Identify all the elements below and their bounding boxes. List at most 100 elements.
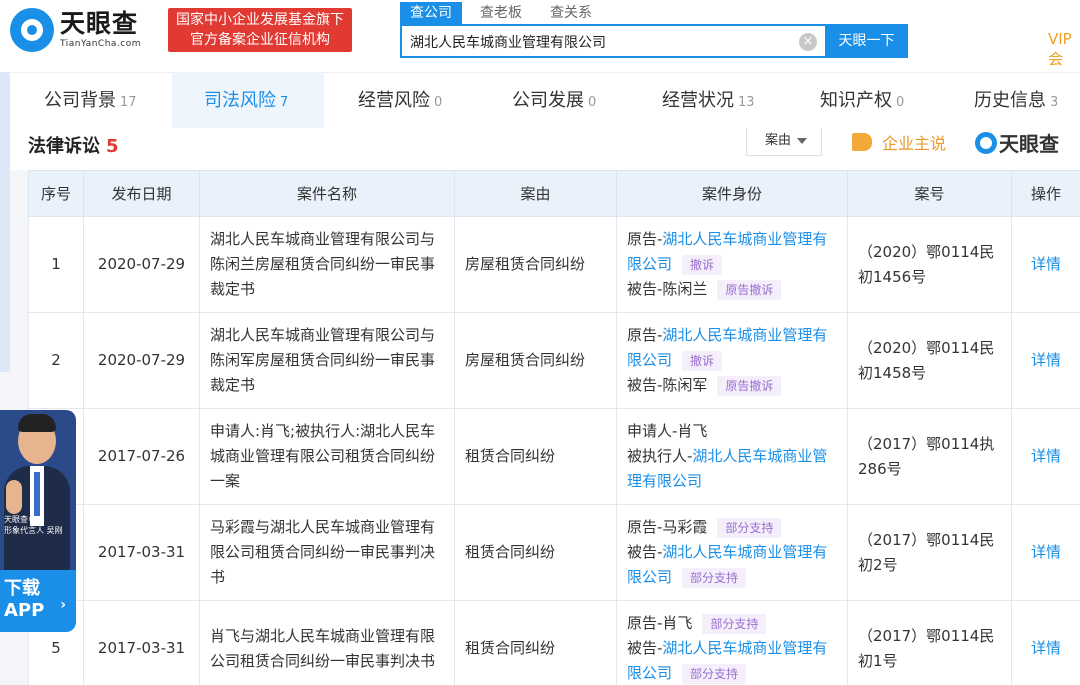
- case-role-line: 被告-陈闲兰 原告撤诉: [627, 277, 837, 302]
- logo-text: 天眼查: [60, 9, 139, 38]
- tab-count: 13: [738, 95, 755, 110]
- col-header-action: 操作: [1011, 170, 1080, 217]
- detail-link[interactable]: 详情: [1031, 255, 1061, 273]
- case-reason-filter[interactable]: 案由: [746, 128, 822, 156]
- tab-count: 0: [434, 95, 443, 110]
- judgment-result-tag: 部分支持: [702, 614, 767, 634]
- section-count: 5: [106, 136, 119, 157]
- role-prefix: 原告-: [627, 326, 663, 344]
- tianyancha-logo[interactable]: 天眼查 TianYanCha.com: [10, 8, 141, 52]
- judgment-result-tag: 撤诉: [682, 255, 723, 275]
- tab-count: 3: [1050, 95, 1059, 110]
- cell-case-number: （2017）鄂0114执286号: [847, 408, 1012, 505]
- case-role-line: 被告-湖北人民车城商业管理有限公司 部分支持: [627, 540, 837, 590]
- judgment-result-tag: 原告撤诉: [717, 376, 782, 396]
- tab-company-background[interactable]: 公司背景 17: [44, 73, 137, 129]
- enterprise-say-link[interactable]: 企业主说: [852, 130, 946, 154]
- role-prefix: 被告-陈闲兰: [627, 280, 708, 298]
- chevron-down-icon: [797, 137, 808, 144]
- side-strip: [0, 72, 10, 372]
- table-row: 42017-03-31马彩霞与湖北人民车城商业管理有限公司租赁合同纠纷一审民事判…: [28, 504, 1080, 601]
- cell-case-role: 申请人-肖飞被执行人-湖北人民车城商业管理有限公司: [616, 408, 848, 505]
- case-role-line: 原告-湖北人民车城商业管理有限公司 撤诉: [627, 323, 837, 373]
- detail-link[interactable]: 详情: [1031, 543, 1061, 561]
- chevron-right-icon: ›: [60, 597, 66, 613]
- app-download-banner[interactable]: 天眼查® 形象代言人 吴刚 下载 APP ›: [0, 410, 76, 632]
- search-tab-company[interactable]: 查公司: [400, 2, 462, 24]
- tab-intellectual-property[interactable]: 知识产权 0: [820, 73, 904, 129]
- case-role-line: 被告-湖北人民车城商业管理有限公司 部分支持: [627, 636, 837, 685]
- detail-link[interactable]: 详情: [1031, 447, 1061, 465]
- role-prefix: 被告-: [627, 543, 663, 561]
- spokesperson-caption: 天眼查® 形象代言人 吴刚: [4, 515, 63, 535]
- search-tab-relation[interactable]: 查关系: [540, 2, 602, 24]
- download-app-button[interactable]: 下载 APP ›: [0, 570, 76, 632]
- logo-eye-icon: [975, 131, 997, 154]
- role-prefix: 原告-马彩霞: [627, 518, 708, 536]
- case-role-line: 被告-陈闲军 原告撤诉: [627, 373, 837, 398]
- lawsuit-section-header: 法律诉讼 5 案由 企业主说 天眼查: [0, 128, 1080, 170]
- judgment-result-tag: 原告撤诉: [717, 280, 782, 300]
- tab-history[interactable]: 历史信息 3: [974, 73, 1058, 129]
- cell-date: 2017-03-31: [83, 600, 200, 685]
- judgment-result-tag: 撤诉: [682, 351, 723, 371]
- search-input[interactable]: 湖北人民车城商业管理有限公司 ×: [400, 24, 825, 58]
- official-badge: 国家中小企业发展基金旗下 官方备案企业征信机构: [168, 8, 352, 52]
- cell-action: 详情: [1011, 600, 1080, 685]
- role-prefix: 申请人-肖飞: [627, 422, 708, 440]
- role-prefix: 原告-肖飞: [627, 614, 693, 632]
- cell-case-name: 申请人:肖飞;被执行人:湖北人民车城商业管理有限公司租赁合同纠纷一案: [199, 408, 455, 505]
- cell-reason: 房屋租赁合同纠纷: [454, 216, 617, 313]
- tab-count: 0: [896, 95, 905, 110]
- cell-reason: 租赁合同纠纷: [454, 504, 617, 601]
- col-header-no: 序号: [28, 170, 84, 217]
- cell-reason: 房屋租赁合同纠纷: [454, 312, 617, 409]
- clear-icon[interactable]: ×: [799, 33, 817, 51]
- megaphone-icon: [852, 133, 872, 151]
- col-header-reason: 案由: [454, 170, 617, 217]
- judgment-result-tag: 部分支持: [682, 568, 747, 588]
- tab-judicial-risk[interactable]: 司法风险 7: [204, 73, 288, 129]
- tab-operating-risk[interactable]: 经营风险 0: [358, 73, 442, 129]
- tab-label: 历史信息: [974, 90, 1046, 111]
- cell-case-role: 原告-湖北人民车城商业管理有限公司 撤诉 被告-陈闲兰 原告撤诉: [616, 216, 848, 313]
- role-prefix: 原告-: [627, 230, 663, 248]
- search-tab-boss[interactable]: 查老板: [470, 2, 532, 24]
- cell-reason: 租赁合同纠纷: [454, 408, 617, 505]
- lawsuit-table: 序号 发布日期 案件名称 案由 案件身份 案号 操作 1 2020-07-29 湖北…: [28, 170, 1080, 685]
- judgment-result-tag: 部分支持: [682, 664, 747, 684]
- cell-no: 1: [28, 216, 84, 313]
- case-role-line: 被执行人-湖北人民车城商业管理有限公司: [627, 444, 837, 494]
- logo-domain: TianYanCha.com: [60, 39, 142, 49]
- tab-label: 知识产权: [820, 90, 892, 111]
- vip-link[interactable]: VIP会: [1048, 30, 1080, 69]
- tab-company-development[interactable]: 公司发展 0: [512, 73, 596, 129]
- cell-date: 2020-07-29: [83, 312, 200, 409]
- tab-label: 经营状况: [662, 90, 734, 111]
- tianyancha-watermark: 天眼查: [975, 128, 1059, 157]
- detail-link[interactable]: 详情: [1031, 351, 1061, 369]
- cell-case-role: 原告-马彩霞 部分支持 被告-湖北人民车城商业管理有限公司 部分支持: [616, 504, 848, 601]
- tab-operating-status[interactable]: 经营状况 13: [662, 73, 755, 129]
- cell-action: 详情: [1011, 408, 1080, 505]
- case-role-line: 原告-马彩霞 部分支持: [627, 515, 837, 540]
- role-prefix: 被执行人-: [627, 447, 693, 465]
- search-type-tabs: 查公司 查老板 查关系: [400, 2, 610, 24]
- tab-label: 公司发展: [512, 90, 584, 111]
- search-button[interactable]: 天眼一下: [825, 24, 908, 58]
- spokesperson-image: 天眼查® 形象代言人 吴刚: [0, 410, 76, 570]
- role-prefix: 被告-: [627, 639, 663, 657]
- cell-action: 详情: [1011, 504, 1080, 601]
- section-title: 法律诉讼 5: [28, 136, 119, 157]
- tab-count: 17: [120, 95, 137, 110]
- cell-case-name: 湖北人民车城商业管理有限公司与陈闲军房屋租赁合同纠纷一审民事裁定书: [199, 312, 455, 409]
- tab-label: 公司背景: [44, 90, 116, 111]
- search-input-value[interactable]: 湖北人民车城商业管理有限公司: [410, 32, 606, 52]
- col-header-case-number: 案号: [847, 170, 1012, 217]
- cell-case-name: 肖飞与湖北人民车城商业管理有限公司租赁合同纠纷一审民事判决书: [199, 600, 455, 685]
- judgment-result-tag: 部分支持: [717, 518, 782, 538]
- cell-case-number: （2020）鄂0114民初1456号: [847, 216, 1012, 313]
- table-row: 2 2020-07-29 湖北人民车城商业管理有限公司与陈闲军房屋租赁合同纠纷一审民…: [28, 312, 1080, 409]
- detail-link[interactable]: 详情: [1031, 639, 1061, 657]
- logo-eye-icon: [10, 8, 54, 52]
